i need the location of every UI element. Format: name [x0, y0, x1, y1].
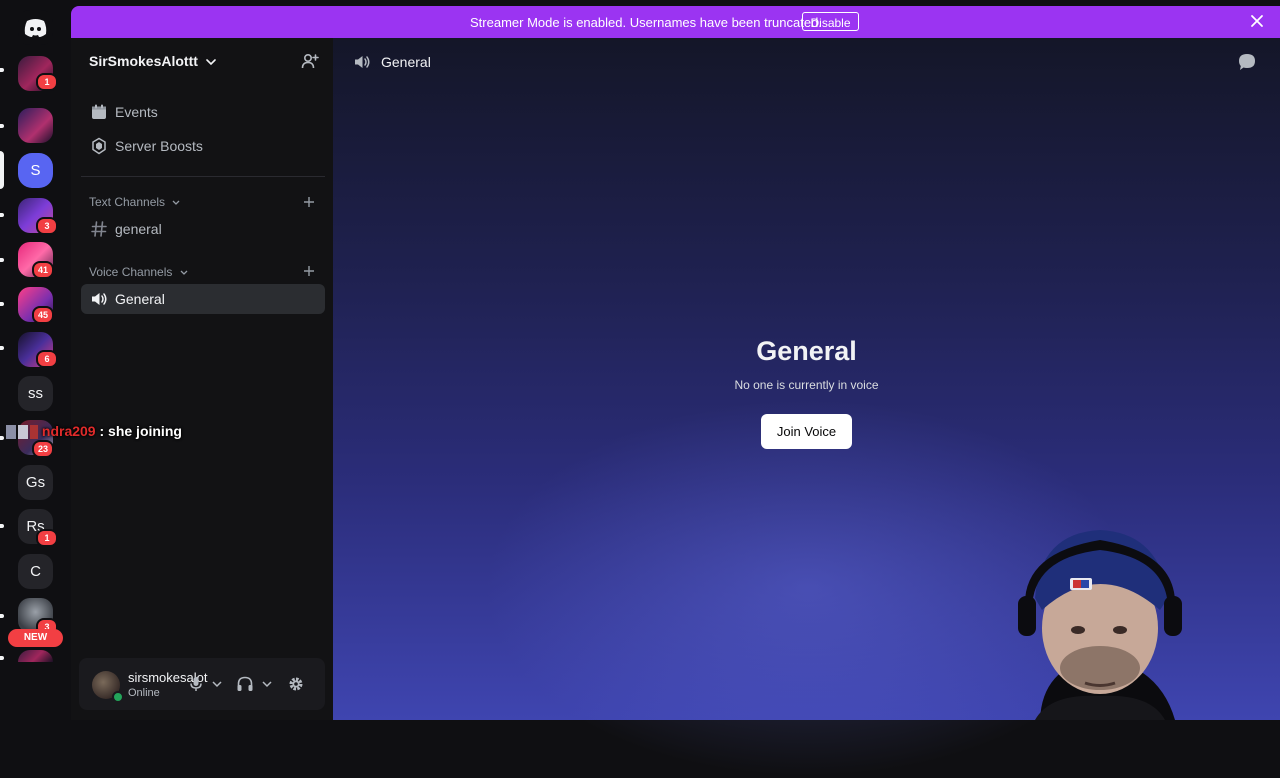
headphones-icon[interactable]	[236, 675, 254, 693]
boost-gem-icon	[92, 137, 106, 155]
invite-people-icon[interactable]	[301, 52, 319, 70]
unread-indicator	[0, 346, 4, 350]
create-channel-plus-icon[interactable]	[303, 265, 315, 277]
unread-indicator	[0, 436, 4, 440]
unread-indicator	[0, 124, 4, 128]
banner-text: Streamer Mode is enabled. Usernames have…	[470, 15, 822, 30]
streamer-mode-banner: Streamer Mode is enabled. Usernames have…	[71, 6, 1280, 38]
voice-channel-subtitle: No one is currently in voice	[734, 378, 879, 392]
mention-badge: 1	[36, 73, 58, 91]
selected-indicator	[0, 151, 4, 189]
channel-header-title: General	[381, 54, 431, 70]
chat-bubble-icon[interactable]	[1237, 52, 1257, 72]
microphone-icon[interactable]	[187, 675, 205, 693]
discord-home-button[interactable]	[18, 10, 53, 45]
server-rail: 1 S 3 41 45 6 ss 23 Gs Rs 1 C 3 NEW	[0, 0, 71, 720]
unread-indicator	[0, 614, 4, 618]
channel-label: General	[115, 291, 165, 307]
mention-badge: 6	[36, 350, 58, 368]
server-icon[interactable]: Gs	[18, 465, 53, 500]
chat-badges-icon	[6, 425, 38, 440]
sidebar-item-events[interactable]: Events	[81, 97, 325, 127]
create-channel-plus-icon[interactable]	[303, 196, 315, 208]
join-voice-button[interactable]: Join Voice	[761, 414, 852, 449]
unread-indicator	[0, 68, 4, 72]
server-icon[interactable]: ss	[18, 376, 53, 411]
server-icon[interactable]: C	[18, 554, 53, 589]
channel-label: general	[115, 221, 162, 237]
server-name-header[interactable]: SirSmokesAlottt	[89, 53, 216, 69]
category-label: Voice Channels	[89, 265, 173, 279]
new-unreads-badge[interactable]: NEW	[8, 629, 63, 647]
chevron-down-icon[interactable]	[212, 680, 222, 688]
chevron-down-icon	[206, 58, 216, 65]
sidebar-item-label: Server Boosts	[115, 138, 203, 154]
overlay-chat-username: ndra209	[41, 423, 96, 439]
chevron-down-icon	[172, 200, 180, 205]
stream-overlay-chat: ndra209 : she joining	[6, 423, 182, 440]
channel-item-general-text[interactable]: general	[81, 214, 325, 244]
category-text-channels[interactable]: Text Channels	[89, 195, 180, 209]
mention-badge: 1	[36, 529, 58, 547]
gear-icon[interactable]	[287, 675, 305, 693]
calendar-icon	[92, 104, 106, 119]
category-voice-channels[interactable]: Voice Channels	[89, 265, 188, 279]
category-label: Text Channels	[89, 195, 166, 209]
sidebar-item-label: Events	[115, 104, 158, 120]
server-icon[interactable]	[18, 108, 53, 143]
channel-item-general-voice[interactable]: General	[81, 284, 325, 314]
disable-streamer-mode-button[interactable]: Disable	[802, 12, 859, 31]
unread-indicator	[0, 656, 4, 660]
unread-indicator	[0, 258, 4, 262]
voice-channel-title: General	[756, 336, 857, 366]
overlay-chat-message: : she joining	[99, 423, 182, 439]
mention-badge: 41	[32, 261, 54, 279]
mention-badge: 23	[32, 440, 54, 458]
speaker-icon	[355, 56, 370, 68]
discord-logo-icon	[24, 19, 47, 37]
unread-indicator	[0, 302, 4, 306]
channel-sidebar: SirSmokesAlottt Events Server Boosts Tex…	[71, 38, 333, 720]
close-icon[interactable]	[1250, 14, 1264, 28]
unread-indicator	[0, 213, 4, 217]
mention-badge: 3	[36, 217, 58, 235]
webcam-overlay	[1018, 530, 1182, 720]
server-icon[interactable]	[18, 650, 53, 662]
chevron-down-icon[interactable]	[262, 680, 272, 688]
online-status-icon	[112, 691, 124, 703]
server-icon-selected[interactable]: S	[18, 153, 53, 188]
chevron-down-icon	[180, 270, 188, 275]
sidebar-item-server-boosts[interactable]: Server Boosts	[81, 131, 325, 161]
user-status: Online	[128, 687, 160, 699]
server-name: SirSmokesAlottt	[89, 53, 198, 69]
speaker-icon	[92, 293, 107, 305]
mention-badge: 45	[32, 306, 54, 324]
unread-indicator	[0, 524, 4, 528]
user-panel: sirsmokesalot Online	[79, 658, 325, 710]
sidebar-divider	[81, 176, 325, 177]
hashtag-icon	[91, 221, 107, 237]
